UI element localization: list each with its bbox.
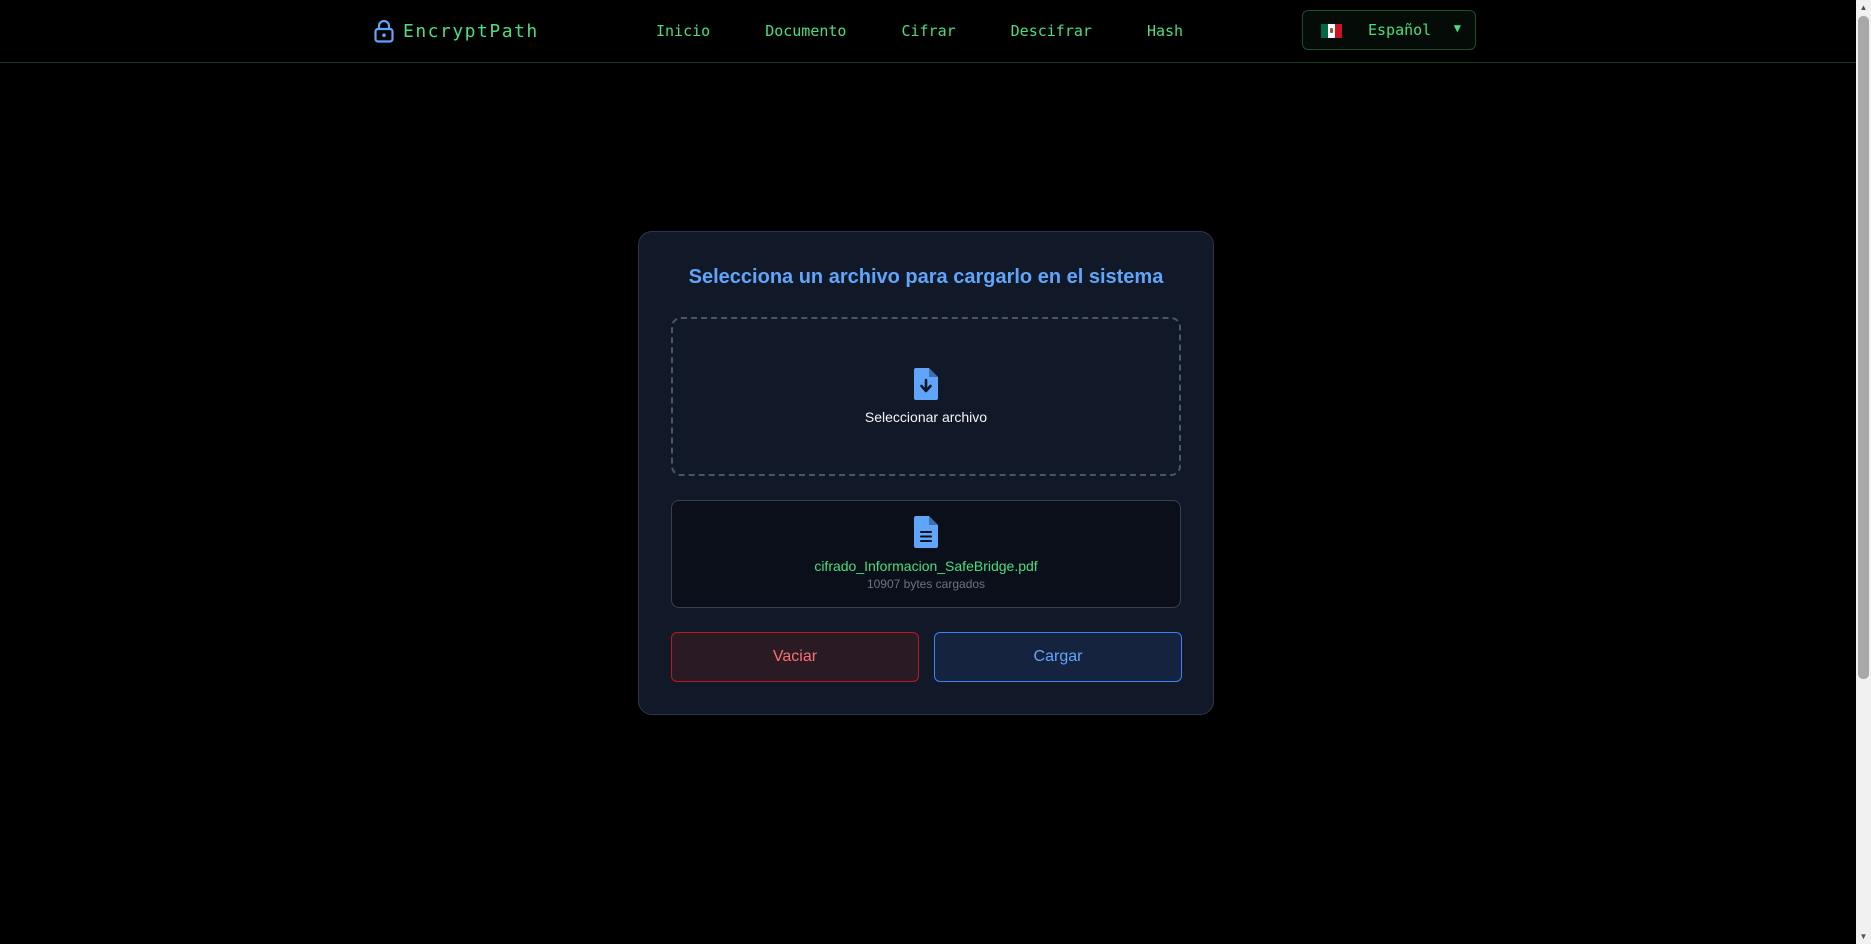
vertical-scrollbar[interactable]: ▲ ▼ (1856, 0, 1871, 944)
file-name: cifrado_Informacion_SafeBridge.pdf (814, 558, 1038, 574)
page: EncryptPath Inicio Documento Cifrar Desc… (0, 0, 1871, 944)
nav-link-cifrar[interactable]: Cifrar (901, 22, 955, 40)
nav-link-descifrar[interactable]: Descifrar (1011, 22, 1092, 40)
scrollbar-thumb[interactable] (1858, 16, 1869, 679)
navbar: EncryptPath Inicio Documento Cifrar Desc… (0, 0, 1856, 63)
nav-links: Inicio Documento Cifrar Descifrar Hash (656, 19, 1183, 43)
dropzone-label: Seleccionar archivo (864, 409, 988, 425)
file-dropzone[interactable]: Seleccionar archivo (671, 317, 1181, 476)
upload-button[interactable]: Cargar (934, 632, 1182, 682)
file-document-icon (914, 516, 938, 553)
chevron-down-icon: ▼ (1453, 21, 1461, 35)
upload-card: Selecciona un archivo para cargarlo en e… (638, 231, 1214, 715)
mexico-flag-icon (1321, 24, 1342, 38)
nav-link-inicio[interactable]: Inicio (656, 22, 710, 40)
language-select[interactable]: Español ▼ (1302, 10, 1476, 50)
file-size: 10907 bytes cargados (866, 577, 986, 591)
clear-button[interactable]: Vaciar (671, 632, 919, 682)
nav-link-hash[interactable]: Hash (1147, 22, 1183, 40)
lock-icon (374, 19, 394, 43)
selected-file-info: cifrado_Informacion_SafeBridge.pdf 10907… (671, 500, 1181, 608)
nav-link-documento[interactable]: Documento (765, 22, 846, 40)
language-label: Español (1368, 21, 1432, 39)
brand-link[interactable]: EncryptPath (374, 18, 539, 44)
scroll-down-arrow-icon[interactable]: ▼ (1856, 929, 1871, 944)
card-title: Selecciona un archivo para cargarlo en e… (688, 266, 1164, 288)
scroll-up-arrow-icon[interactable]: ▲ (1856, 0, 1871, 15)
brand-name: EncryptPath (403, 20, 539, 42)
file-download-icon (914, 368, 938, 405)
